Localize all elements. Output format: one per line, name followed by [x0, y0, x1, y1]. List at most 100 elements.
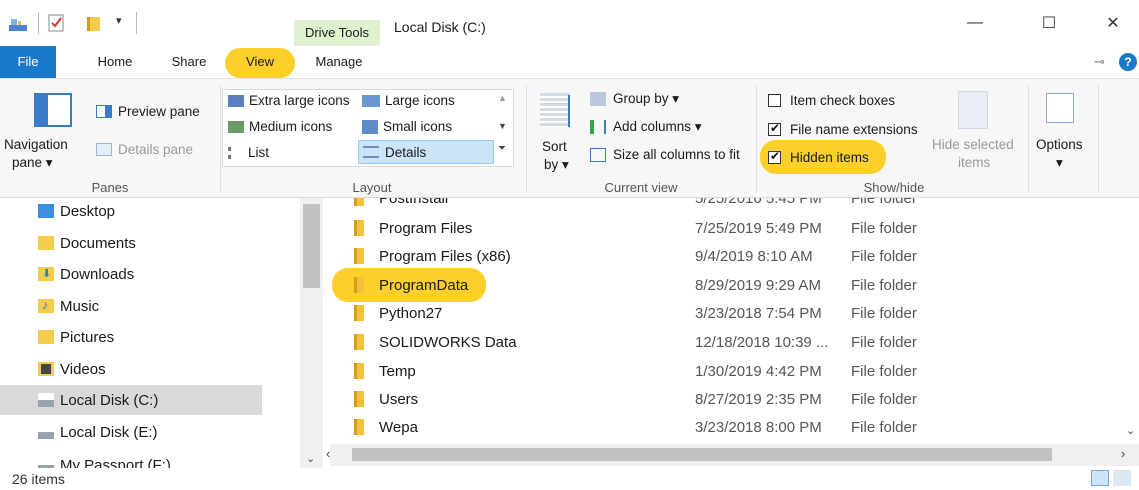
options-arrow: ▾: [1056, 155, 1063, 170]
table-row[interactable]: Program Files (x86) 9/4/2019 8:10 AM Fil…: [330, 242, 1139, 271]
folder-icon: [354, 248, 364, 264]
file-date: 5/25/2016 5:45 PM: [695, 198, 822, 207]
nav-item-pictures[interactable]: Pictures: [38, 322, 300, 352]
close-button[interactable]: ✕: [1090, 0, 1136, 46]
nav-item-local-disk-e[interactable]: Local Disk (E:): [38, 417, 300, 447]
file-date: 8/29/2019 9:29 AM: [695, 277, 821, 294]
file-type: File folder: [851, 419, 917, 436]
nav-item-documents[interactable]: Documents: [38, 228, 300, 258]
hscroll-thumb[interactable]: [352, 448, 1052, 461]
add-columns-label: Add columns ▾: [613, 119, 702, 134]
layout-details[interactable]: Details: [358, 140, 494, 164]
nav-item-label: Local Disk (C:): [60, 391, 159, 409]
details-view-toggle-icon[interactable]: [1091, 470, 1109, 486]
add-columns-button[interactable]: Add columns ▾: [590, 119, 702, 135]
table-row[interactable]: PostInstall 5/25/2016 5:45 PM File folde…: [330, 198, 1139, 213]
file-type: File folder: [851, 334, 917, 351]
scroll-left-icon[interactable]: ‹: [326, 446, 330, 461]
pin-ribbon-icon[interactable]: ⊸: [1094, 54, 1105, 70]
layout-small-icons[interactable]: Small icons: [362, 119, 452, 134]
size-all-columns-button[interactable]: Size all columns to fit: [590, 147, 750, 162]
nav-item-my-passport-f[interactable]: My Passport (F:): [38, 450, 300, 468]
layout-list[interactable]: List: [228, 145, 269, 160]
nav-item-label: Desktop: [60, 202, 116, 220]
folder-icon: [354, 363, 364, 379]
file-date: 9/4/2019 8:10 AM: [695, 248, 813, 265]
nav-item-music[interactable]: ♪ Music: [38, 291, 300, 321]
hide-selected-label: Hide selected: [932, 137, 1014, 152]
maximize-button[interactable]: ☐: [1026, 0, 1072, 46]
scroll-right-icon[interactable]: ›: [1121, 446, 1125, 461]
file-name: Users: [379, 391, 419, 408]
nav-scrollbar[interactable]: ⌄: [300, 198, 323, 468]
file-name-extensions-checkbox[interactable]: [768, 121, 781, 136]
large-icons-view-toggle-icon[interactable]: [1113, 470, 1131, 486]
extra-large-icons-icon: [228, 94, 244, 107]
file-name-extensions-label: File name extensions: [790, 122, 918, 137]
large-icons-icon: [362, 94, 380, 107]
file-name: Program Files: [379, 220, 473, 237]
table-row[interactable]: Program Files 7/25/2019 5:49 PM File fol…: [330, 214, 1139, 243]
explorer-app-icon[interactable]: [8, 16, 28, 32]
item-check-boxes-checkbox[interactable]: [768, 94, 781, 107]
file-name-extensions-option[interactable]: File name extensions: [768, 121, 918, 137]
music-icon: ♪: [38, 299, 54, 313]
nav-item-desktop[interactable]: Desktop: [38, 198, 300, 226]
hide-selected-icon: [958, 91, 988, 129]
tab-manage[interactable]: Manage: [300, 46, 378, 78]
properties-icon[interactable]: [48, 14, 66, 32]
content-scroll-down-icon[interactable]: ⌄: [1126, 424, 1135, 437]
file-type: File folder: [851, 277, 917, 294]
options-icon: [1046, 93, 1074, 123]
table-row[interactable]: ProgramData 8/29/2019 9:29 AM File folde…: [330, 271, 1139, 300]
folder-icon: [354, 305, 364, 321]
new-folder-icon[interactable]: [86, 16, 102, 32]
hide-selected-items-button[interactable]: Hide selected items: [926, 87, 1026, 177]
customize-toolbar-icon[interactable]: ▾: [116, 14, 122, 27]
drive-icon: [38, 393, 54, 407]
tab-home[interactable]: Home: [90, 46, 140, 78]
layout-large-icons[interactable]: Large icons: [362, 93, 455, 108]
minimize-button[interactable]: —: [952, 0, 998, 46]
folder-icon: [354, 419, 364, 435]
nav-item-local-disk-c[interactable]: Local Disk (C:): [0, 385, 262, 415]
table-row[interactable]: Temp 1/30/2019 4:42 PM File folder: [330, 357, 1139, 386]
navigation-pane-button[interactable]: Navigation pane ▾: [4, 85, 84, 175]
tab-share[interactable]: Share: [164, 46, 214, 78]
navigation-pane-label-2: pane ▾: [12, 155, 53, 170]
table-row[interactable]: Python27 3/23/2018 7:54 PM File folder: [330, 299, 1139, 328]
options-button[interactable]: Options ▾: [1032, 87, 1096, 177]
help-icon[interactable]: ?: [1119, 53, 1137, 71]
file-list-hscrollbar[interactable]: ‹ ›: [326, 444, 1139, 466]
tab-file[interactable]: File: [0, 46, 56, 78]
hidden-items-option[interactable]: Hidden items: [768, 149, 869, 165]
tab-view[interactable]: View: [228, 46, 292, 78]
drive-icon: [38, 425, 54, 439]
nav-item-videos[interactable]: Videos: [38, 354, 300, 384]
item-check-boxes-option[interactable]: Item check boxes: [768, 93, 895, 108]
table-row[interactable]: Wepa 3/23/2018 8:00 PM File folder: [330, 413, 1139, 442]
nav-scroll-thumb[interactable]: [303, 204, 320, 288]
details-pane-label: Details pane: [118, 141, 194, 157]
layout-scroll-up[interactable]: ▲: [498, 93, 507, 103]
layout-extra-large-icons[interactable]: Extra large icons: [228, 93, 350, 108]
folder-icon: [354, 391, 364, 407]
small-icons-label: Small icons: [383, 119, 453, 134]
nav-item-downloads[interactable]: ⬇ Downloads: [38, 259, 300, 289]
group-by-button[interactable]: Group by ▾: [590, 91, 679, 107]
table-row[interactable]: Users 8/27/2019 2:35 PM File folder: [330, 385, 1139, 414]
hidden-items-checkbox[interactable]: [768, 149, 781, 164]
layout-medium-icons[interactable]: Medium icons: [228, 119, 332, 134]
file-date: 3/23/2018 8:00 PM: [695, 419, 822, 436]
nav-item-label: Downloads: [60, 265, 135, 283]
details-pane-button[interactable]: Details pane: [96, 139, 193, 159]
layout-expand[interactable]: ⏷: [498, 143, 506, 154]
small-icons-icon: [362, 119, 378, 134]
nav-scroll-down-icon[interactable]: ⌄: [306, 452, 315, 465]
preview-pane-button[interactable]: Preview pane: [96, 101, 200, 121]
table-row[interactable]: SOLIDWORKS Data 12/18/2018 10:39 ... Fil…: [330, 328, 1139, 357]
sort-by-button[interactable]: Sort by ▾: [536, 87, 580, 177]
file-type: File folder: [851, 305, 917, 322]
layout-scroll-down[interactable]: ▼: [498, 121, 507, 131]
file-type: File folder: [851, 363, 917, 380]
